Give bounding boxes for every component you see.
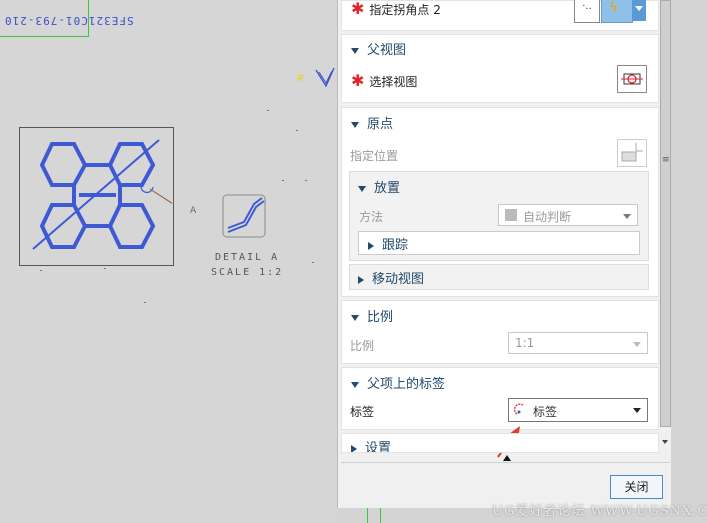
settings-title: 设置	[365, 441, 392, 453]
origin-header[interactable]: 原点	[351, 113, 393, 132]
corner-point-label: 指定拐角点 2	[369, 3, 441, 17]
track-title: 跟踪	[382, 238, 409, 253]
placement-title: 放置	[374, 181, 401, 196]
label-type-select[interactable]: 标签	[508, 398, 648, 422]
specify-location-button[interactable]	[617, 139, 647, 167]
chevron-down-icon	[635, 6, 643, 11]
parent-label-section: 父项上的标签 标签 标签	[341, 367, 659, 430]
origin-title: 原点	[367, 117, 394, 132]
chevron-down-icon	[633, 408, 641, 413]
label-icon	[513, 403, 524, 415]
scale-value: 1:1	[515, 336, 535, 350]
drawing-canvas[interactable]: SFE321C01-793-210 # A DETAIL A SCALE 1:2	[0, 0, 337, 523]
scale-title: 比例	[367, 310, 394, 325]
detail-title: DETAIL A	[215, 252, 280, 263]
frame-line	[0, 36, 88, 37]
lightning-icon: ϟ	[609, 0, 619, 16]
select-view-button[interactable]	[617, 65, 647, 93]
detail-scale: SCALE 1:2	[211, 267, 284, 278]
footer-divider	[341, 462, 670, 463]
parent-view-header[interactable]: 父视图	[351, 39, 406, 58]
corner-point-row[interactable]: ✱ 指定拐角点 2	[351, 0, 441, 18]
select-view-label: 选择视图	[369, 75, 418, 89]
watermark: UG爱好者论坛 WWW.UGSNX.COM	[492, 504, 707, 519]
select-view-icon	[621, 73, 643, 85]
datum-triangle-icon	[315, 67, 335, 88]
detail-view-geometry[interactable]	[222, 194, 268, 240]
track-subsection[interactable]: 跟踪	[358, 231, 640, 255]
collapse-icon	[351, 314, 359, 321]
collapse-icon	[351, 47, 359, 54]
required-star-icon: ✱	[351, 71, 365, 90]
scroll-grip-icon: ≡	[662, 155, 670, 165]
method-value: 自动判断	[523, 210, 572, 224]
select-view-row[interactable]: ✱ 选择视图	[351, 71, 417, 90]
placement-subsection: 放置 方法 自动判断 跟踪	[349, 171, 649, 261]
scale-select[interactable]: 1:1	[508, 332, 648, 354]
parent-label-title: 父项上的标签	[367, 377, 446, 392]
inferred-point-button[interactable]: ϟ	[601, 0, 633, 23]
corner-point-section: ✱ 指定拐角点 2 ·.. ϟ	[341, 0, 659, 31]
auto-infer-icon	[505, 209, 517, 221]
scroll-down-icon[interactable]	[662, 440, 668, 444]
view-leader-label: A	[190, 206, 197, 216]
collapse-icon	[351, 381, 359, 388]
label-field-label: 标签	[350, 405, 375, 419]
required-star-icon: ✱	[351, 0, 365, 18]
frame-line	[380, 508, 381, 523]
location-icon	[621, 143, 643, 162]
chevron-down-icon	[633, 342, 641, 347]
specify-location-label: 指定位置	[350, 149, 399, 163]
collapse-icon	[351, 121, 359, 128]
parent-view-section: 父视图 ✱ 选择视图	[341, 34, 659, 103]
chevron-down-icon	[623, 214, 631, 219]
frame-line	[367, 508, 368, 523]
collapse-dialog-arrow[interactable]	[503, 455, 511, 461]
expand-icon	[368, 241, 374, 250]
label-type-value: 标签	[533, 405, 558, 419]
expand-icon	[358, 275, 364, 284]
move-view-subsection[interactable]: 移动视图	[349, 264, 649, 290]
move-view-title: 移动视图	[372, 272, 425, 287]
scale-header[interactable]: 比例	[351, 306, 393, 325]
placement-header[interactable]: 放置	[358, 177, 400, 196]
hexagon-part-geometry[interactable]	[19, 127, 172, 264]
hash-marks: #	[296, 73, 305, 84]
point-dots-icon: ·..	[582, 1, 592, 12]
parent-label-header[interactable]: 父项上的标签	[351, 373, 445, 392]
move-view-header: 移动视图	[358, 268, 424, 287]
detail-view-caption: DETAIL A SCALE 1:2	[211, 250, 283, 280]
collapse-icon	[358, 185, 366, 192]
method-select[interactable]: 自动判断	[498, 204, 638, 226]
drawing-header-code: SFE321C01-793-210	[4, 14, 134, 27]
expand-icon	[351, 444, 357, 452]
track-header: 跟踪	[368, 234, 408, 253]
scale-section: 比例 比例 1:1	[341, 300, 659, 364]
point-type-dropdown[interactable]	[632, 0, 646, 21]
method-label: 方法	[359, 210, 384, 224]
parent-view-title: 父视图	[367, 43, 407, 58]
panel-scrollbar-thumb[interactable]	[660, 0, 671, 427]
frame-line	[88, 0, 89, 37]
settings-section[interactable]: 设置	[341, 433, 659, 453]
scale-label: 比例	[350, 339, 375, 353]
close-button[interactable]: 关闭	[610, 475, 663, 499]
settings-header: 设置	[351, 437, 392, 453]
point-dialog-button[interactable]: ·..	[574, 0, 600, 23]
